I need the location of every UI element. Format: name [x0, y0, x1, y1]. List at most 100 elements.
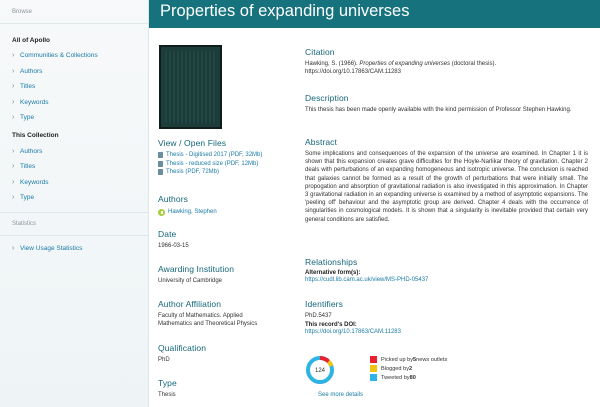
- thumbnail-image: [165, 51, 216, 123]
- authors-section: Authors Hawking, Stephen: [158, 194, 293, 217]
- sidebar-item-keywords[interactable]: › Keywords: [0, 95, 148, 111]
- relationships-heading: Relationships: [305, 257, 358, 267]
- news-swatch: [370, 356, 377, 363]
- twitter-pre: Tweeted by: [381, 374, 410, 381]
- sidebar-item-type[interactable]: › Type: [0, 110, 148, 126]
- affiliation-line2: Mathematics and Theoretical Physics: [158, 321, 258, 327]
- authors-heading: Authors: [158, 194, 188, 204]
- file-icon: [158, 152, 163, 159]
- qualification-value: PhD: [158, 357, 170, 363]
- file-icon: [158, 160, 163, 167]
- abstract-section: Abstract Some implications and consequen…: [305, 137, 588, 224]
- description-section: Description This thesis has been made op…: [305, 93, 588, 114]
- affiliation-section: Author Affiliation Faculty of Mathematic…: [158, 299, 293, 328]
- news-pre: Picked up by: [381, 356, 414, 363]
- chevron-right-icon: ›: [12, 178, 15, 186]
- sidebar-item-label: Type: [20, 194, 35, 202]
- see-more-details-link[interactable]: See more details: [318, 392, 363, 398]
- sidebar-item-label: Authors: [20, 147, 43, 155]
- author-link[interactable]: Hawking, Stephen: [158, 208, 293, 217]
- chevron-right-icon: ›: [12, 194, 15, 202]
- qualification-section: Qualification PhD: [158, 343, 293, 364]
- type-section: Type Thesis: [158, 378, 293, 399]
- abstract-heading: Abstract: [305, 137, 337, 147]
- blog-pre: Blogged by: [381, 365, 409, 372]
- sidebar-item-communities[interactable]: › Communities & Collections: [0, 48, 148, 64]
- twitter-swatch: [370, 374, 377, 381]
- identifiers-heading: Identifiers: [305, 299, 343, 309]
- institution-heading: Awarding Institution: [158, 264, 235, 274]
- altmetric-blog-row: Blogged by 2: [370, 365, 412, 372]
- file-link-label: Thesis - reduced size (PDF, 12Mb): [166, 160, 259, 167]
- record-doi-link[interactable]: https://doi.org/10.17863/CAM.11283: [305, 328, 588, 336]
- author-name: Hawking, Stephen: [168, 209, 217, 216]
- sidebar-item-label: Keywords: [20, 178, 49, 186]
- citation-text: Hawking, S. (1966). Properties of expand…: [305, 60, 588, 68]
- file-link-thesis[interactable]: Thesis (PDF, 72Mb): [158, 168, 293, 177]
- citation-suffix: (doctoral thesis).: [450, 61, 497, 67]
- date-heading: Date: [158, 229, 177, 239]
- altmetric-score: 124: [315, 368, 326, 374]
- chevron-right-icon: ›: [12, 163, 15, 171]
- sidebar-item-label: View Usage Statistics: [20, 244, 83, 252]
- sidebar-browse-header: Browse: [0, 0, 148, 24]
- altmetric-twitter-row: Tweeted by 80: [370, 374, 416, 381]
- relationships-section: Relationships Alternative form(s): https…: [305, 257, 588, 284]
- chevron-right-icon: ›: [12, 147, 15, 155]
- type-value: Thesis: [158, 392, 176, 398]
- twitter-count: 80: [409, 374, 416, 381]
- sidebar-item-titles[interactable]: › Titles: [0, 79, 148, 95]
- alternative-form-link[interactable]: https://cudl.lib.cam.ac.uk/view/MS-PHD-0…: [305, 276, 588, 284]
- sidebar-this-collection: This Collection: [12, 132, 59, 139]
- sidebar-item-label: Communities & Collections: [20, 52, 98, 60]
- citation-heading: Citation: [305, 47, 335, 57]
- chevron-right-icon: ›: [12, 244, 15, 252]
- date-value: 1966-03-15: [158, 243, 189, 249]
- sidebar-statistics-header: Statistics: [12, 220, 37, 227]
- file-icon: [158, 169, 163, 176]
- sidebar-item-label: Authors: [20, 67, 43, 75]
- identifier-value: PhD.5437: [305, 313, 332, 319]
- chevron-right-icon: ›: [12, 114, 15, 122]
- citation-section: Citation Hawking, S. (1966). Properties …: [305, 47, 588, 76]
- sidebar-item-label: Type: [20, 114, 35, 122]
- citation-doi: https://doi.org/10.17863/CAM.11283: [305, 69, 401, 76]
- institution-value: University of Cambridge: [158, 278, 223, 284]
- altmetric-donut[interactable]: 124: [305, 355, 335, 385]
- type-heading: Type: [158, 378, 177, 388]
- sidebar-item-label: Titles: [20, 83, 36, 91]
- description-text: This thesis has been made openly availab…: [305, 107, 572, 113]
- files-section: View / Open Files Thesis - Digitised 201…: [158, 138, 293, 177]
- file-link-label: Thesis (PDF, 72Mb): [166, 169, 220, 176]
- sidebar-item-collection-titles[interactable]: › Titles: [0, 159, 148, 175]
- file-link-label: Thesis - Digitised 2017 (PDF, 32Mb): [166, 152, 263, 159]
- file-link-reduced[interactable]: Thesis - reduced size (PDF, 12Mb): [158, 160, 293, 169]
- date-section: Date 1966-03-15: [158, 229, 293, 250]
- sidebar-item-usage-stats[interactable]: › View Usage Statistics: [0, 241, 148, 257]
- blog-count: 2: [409, 365, 413, 372]
- sidebar-all-of-apollo: All of Apollo: [12, 36, 51, 44]
- affiliation-line1: Faculty of Mathematics. Applied: [158, 313, 243, 319]
- citation-prefix: Hawking, S. (1966).: [305, 61, 360, 67]
- sidebar-item-authors[interactable]: › Authors: [0, 64, 148, 80]
- sidebar-item-collection-keywords[interactable]: › Keywords: [0, 175, 148, 191]
- citation-title: Properties of expanding universes: [359, 61, 451, 67]
- chevron-right-icon: ›: [12, 52, 15, 60]
- orcid-icon: [158, 208, 165, 216]
- sidebar-item-label: Titles: [20, 163, 36, 171]
- sidebar-item-collection-type[interactable]: › Type: [0, 190, 148, 206]
- affiliation-heading: Author Affiliation: [158, 299, 222, 309]
- sidebar-item-label: Keywords: [20, 98, 49, 106]
- institution-section: Awarding Institution University of Cambr…: [158, 264, 293, 285]
- sidebar: Browse All of Apollo › Communities & Coll…: [0, 0, 149, 407]
- files-heading: View / Open Files: [158, 138, 227, 148]
- thesis-thumbnail[interactable]: [159, 45, 222, 129]
- page-title: Properties of expanding universes: [160, 2, 410, 20]
- chevron-right-icon: ›: [12, 83, 15, 91]
- qualification-heading: Qualification: [158, 343, 207, 353]
- file-link-digitised[interactable]: Thesis - Digitised 2017 (PDF, 32Mb): [158, 151, 293, 160]
- chevron-right-icon: ›: [12, 98, 15, 106]
- news-post: news outlets: [416, 356, 448, 363]
- sidebar-item-collection-authors[interactable]: › Authors: [0, 144, 148, 160]
- abstract-text: Some implications and consequences of th…: [305, 151, 588, 223]
